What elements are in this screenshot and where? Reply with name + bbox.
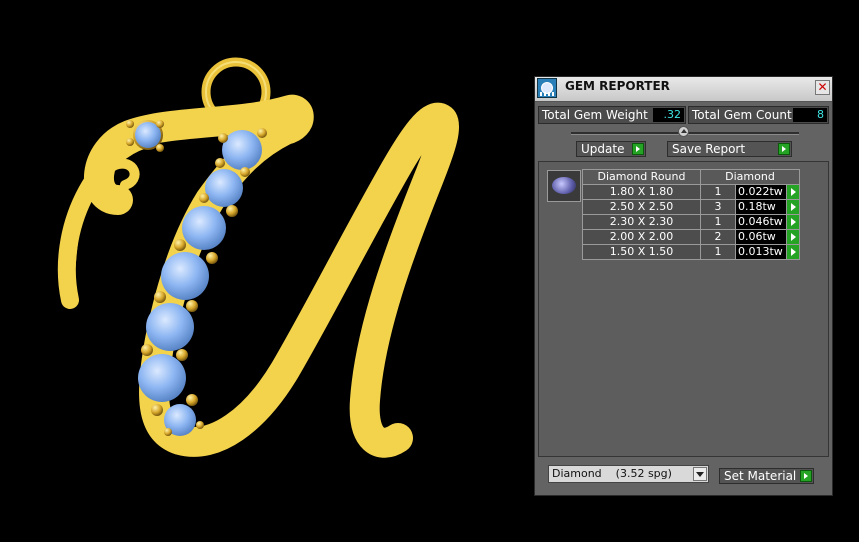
gem-weight: 0.06tw (735, 229, 787, 245)
gem-size: 2.00 X 2.00 (582, 229, 701, 245)
gem-count: 1 (700, 214, 736, 230)
total-gem-count-value: 8 (793, 108, 827, 122)
gem-weight: 0.18tw (735, 199, 787, 215)
gem-reporter-panel: GEM REPORTER ✕ Total Gem Weight .32 Tota… (534, 76, 833, 496)
save-report-button[interactable]: Save Report (667, 141, 792, 157)
select-row-button[interactable] (786, 214, 800, 230)
material-select[interactable]: Diamond (3.52 spg) (548, 465, 709, 483)
total-gem-weight-value: .32 (653, 108, 684, 122)
play-icon (778, 143, 790, 155)
select-row-button[interactable] (786, 199, 800, 215)
select-row-button[interactable] (786, 184, 800, 200)
table-row: 1.50 X 1.50 1 0.013tw (582, 244, 800, 260)
play-icon (791, 203, 796, 211)
material-sg: (3.52 spg) (615, 467, 672, 480)
total-gem-count-label: Total Gem Count (692, 108, 792, 122)
gem-count: 2 (700, 229, 736, 245)
gem-table-header-shape: Diamond Round (582, 169, 701, 185)
material-name: Diamond (552, 467, 602, 480)
table-row: 1.80 X 1.80 1 0.022tw (582, 184, 800, 200)
gem-weight: 0.022tw (735, 184, 787, 200)
play-icon (632, 143, 644, 155)
play-icon (791, 248, 796, 256)
table-row: 2.50 X 2.50 3 0.18tw (582, 199, 800, 215)
chevron-down-icon[interactable] (693, 467, 707, 481)
gem-count: 3 (700, 199, 736, 215)
gem-weight: 0.046tw (735, 214, 787, 230)
total-gem-weight: Total Gem Weight .32 (538, 106, 686, 124)
pendant-render (57, 57, 459, 458)
diamond-gem-thumbnail[interactable] (547, 170, 581, 202)
gem-table: Diamond Round Diamond 1.80 X 1.80 1 0.02… (582, 169, 800, 260)
gem-size: 1.80 X 1.80 (582, 184, 701, 200)
gem-size: 2.50 X 2.50 (582, 199, 701, 215)
play-icon (791, 218, 796, 226)
gem-size: 2.30 X 2.30 (582, 214, 701, 230)
panel-title: GEM REPORTER (565, 79, 670, 93)
total-gem-count: Total Gem Count 8 (688, 106, 829, 124)
panel-titlebar[interactable]: GEM REPORTER ✕ (535, 77, 832, 102)
table-row: 2.30 X 2.30 1 0.046tw (582, 214, 800, 230)
3d-viewport[interactable] (0, 0, 530, 542)
set-material-button-label: Set Material (724, 469, 797, 483)
play-icon (791, 233, 796, 241)
gemstones (133, 120, 262, 436)
gem-table-header-material: Diamond (700, 169, 800, 185)
gem-weight: 0.013tw (735, 244, 787, 260)
select-row-button[interactable] (786, 229, 800, 245)
select-row-button[interactable] (786, 244, 800, 260)
gem-count: 1 (700, 244, 736, 260)
save-report-button-label: Save Report (672, 142, 746, 156)
gem-size: 1.50 X 1.50 (582, 244, 701, 260)
gem-count: 1 (700, 184, 736, 200)
update-button[interactable]: Update (576, 141, 646, 157)
total-gem-weight-label: Total Gem Weight (542, 108, 648, 122)
set-material-button[interactable]: Set Material (719, 468, 814, 484)
table-row: 2.00 X 2.00 2 0.06tw (582, 229, 800, 245)
update-button-label: Update (581, 142, 625, 156)
play-icon (800, 470, 812, 482)
gem-reporter-icon (537, 78, 557, 98)
close-icon[interactable]: ✕ (815, 80, 830, 95)
play-icon (791, 188, 796, 196)
panel-slider-knob[interactable] (678, 126, 689, 137)
gem-report-area: Diamond Round Diamond 1.80 X 1.80 1 0.02… (538, 161, 829, 457)
